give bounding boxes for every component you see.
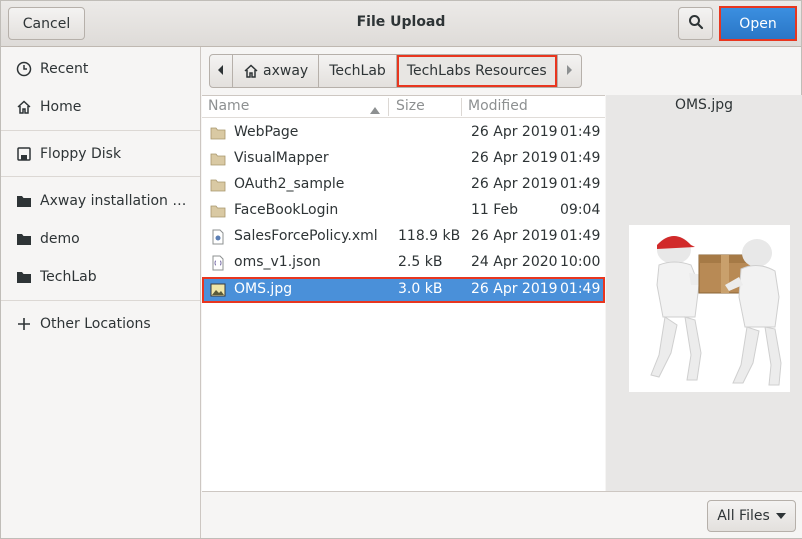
sidebar-item-demo[interactable]: demo xyxy=(1,222,200,256)
file-row-selected[interactable]: OMS.jpg 3.0 kB 26 Apr 2019 01:49 xyxy=(202,277,605,303)
sidebar-divider xyxy=(1,300,200,301)
chevron-right-icon xyxy=(565,63,573,79)
json-file-icon xyxy=(210,255,226,271)
preview-pane: OMS.jpg xyxy=(606,95,802,491)
file-size: 2.5 kB xyxy=(398,254,443,270)
file-date: 11 Feb xyxy=(471,202,519,218)
file-name: OAuth2_sample xyxy=(234,176,345,192)
sidebar-item-other-locations[interactable]: Other Locations xyxy=(1,307,200,341)
file-size: 3.0 kB xyxy=(398,281,443,297)
sidebar-item-recent[interactable]: Recent xyxy=(1,52,200,86)
sidebar-item-label: Floppy Disk xyxy=(40,146,122,162)
clock-icon xyxy=(15,60,33,78)
places-sidebar: Recent Home Floppy Disk Axway installati… xyxy=(1,47,201,538)
column-divider xyxy=(461,98,462,116)
bottom-bar: All Files xyxy=(202,491,802,538)
filter-label: All Files xyxy=(717,508,770,524)
sort-ascending-icon xyxy=(370,102,380,118)
sidebar-item-techlab[interactable]: TechLab xyxy=(1,260,200,294)
open-button[interactable]: Open xyxy=(719,6,797,41)
column-divider xyxy=(388,98,389,116)
path-segment-techlabs-resources[interactable]: TechLabs Resources xyxy=(396,54,558,88)
file-name: FaceBookLogin xyxy=(234,202,339,218)
column-header-row: Name Size Modified xyxy=(202,96,605,118)
column-header-size[interactable]: Size xyxy=(396,98,425,114)
sidebar-item-label: TechLab xyxy=(40,269,97,285)
file-time: 01:49 xyxy=(560,228,601,244)
file-row[interactable]: VisualMapper 26 Apr 2019 01:49 xyxy=(202,146,605,172)
file-filter-dropdown[interactable]: All Files xyxy=(707,500,796,532)
xml-file-icon xyxy=(210,229,226,245)
header-bar: Cancel File Upload Open xyxy=(1,1,801,47)
sidebar-item-home[interactable]: Home xyxy=(1,90,200,124)
file-upload-dialog: Cancel File Upload Open Recent Home Flop… xyxy=(0,0,802,539)
path-segment-label: axway xyxy=(263,63,309,79)
path-bar: axway TechLab TechLabs Resources xyxy=(209,54,582,88)
file-row[interactable]: FaceBookLogin 11 Feb 09:04 xyxy=(202,198,605,224)
sidebar-item-axway-installation[interactable]: Axway installation d... xyxy=(1,184,200,218)
file-name: oms_v1.json xyxy=(234,254,321,270)
folder-icon xyxy=(15,268,33,286)
folder-icon xyxy=(210,125,226,141)
file-time: 01:49 xyxy=(560,150,601,166)
file-size: 118.9 kB xyxy=(398,228,461,244)
path-segment-label: TechLab xyxy=(329,63,386,79)
folder-icon xyxy=(15,230,33,248)
file-date: 24 Apr 2020 xyxy=(471,254,558,270)
chevron-down-icon xyxy=(775,513,786,519)
plus-icon xyxy=(15,315,33,333)
file-list: Name Size Modified WebPage 26 Apr 2019 0… xyxy=(202,95,605,491)
column-header-name[interactable]: Name xyxy=(208,98,249,114)
file-name: SalesForcePolicy.xml xyxy=(234,228,378,244)
file-time: 10:00 xyxy=(560,254,601,270)
file-time: 01:49 xyxy=(560,176,601,192)
file-row[interactable]: oms_v1.json 2.5 kB 24 Apr 2020 10:00 xyxy=(202,250,605,276)
sidebar-divider xyxy=(1,130,200,131)
preview-title: OMS.jpg xyxy=(674,97,734,113)
file-name: OMS.jpg xyxy=(234,281,293,297)
path-segment-label: TechLabs Resources xyxy=(406,63,547,79)
path-scroll-right-button[interactable] xyxy=(557,54,582,88)
folder-icon xyxy=(210,203,226,219)
sidebar-divider xyxy=(1,176,200,177)
sidebar-item-floppy-disk[interactable]: Floppy Disk xyxy=(1,137,200,171)
folder-icon xyxy=(15,192,33,210)
search-icon xyxy=(688,14,704,34)
sidebar-item-label: Axway installation d... xyxy=(40,193,190,209)
file-date: 26 Apr 2019 xyxy=(471,124,558,140)
image-file-icon xyxy=(210,282,226,298)
folder-icon xyxy=(210,151,226,167)
file-row[interactable]: OAuth2_sample 26 Apr 2019 01:49 xyxy=(202,172,605,198)
file-time: 09:04 xyxy=(560,202,601,218)
column-header-modified[interactable]: Modified xyxy=(468,98,528,114)
file-name: VisualMapper xyxy=(234,150,329,166)
sidebar-item-label: Home xyxy=(40,99,82,115)
file-time: 01:49 xyxy=(560,281,601,297)
floppy-icon xyxy=(15,145,33,163)
file-time: 01:49 xyxy=(560,124,601,140)
search-button[interactable] xyxy=(678,7,713,40)
file-date: 26 Apr 2019 xyxy=(471,281,558,297)
file-name: WebPage xyxy=(234,124,299,140)
chevron-left-icon xyxy=(217,63,225,79)
file-date: 26 Apr 2019 xyxy=(471,150,558,166)
file-date: 26 Apr 2019 xyxy=(471,176,558,192)
preview-image xyxy=(629,225,790,392)
path-segment-techlab[interactable]: TechLab xyxy=(319,54,397,88)
sidebar-item-label: demo xyxy=(40,231,80,247)
sidebar-item-label: Recent xyxy=(40,61,89,77)
file-date: 26 Apr 2019 xyxy=(471,228,558,244)
sidebar-item-label: Other Locations xyxy=(40,316,151,332)
folder-icon xyxy=(210,177,226,193)
path-segment-axway[interactable]: axway xyxy=(233,54,320,88)
file-row[interactable]: SalesForcePolicy.xml 118.9 kB 26 Apr 201… xyxy=(202,224,605,250)
path-scroll-left-button[interactable] xyxy=(209,54,233,88)
home-icon xyxy=(15,98,33,116)
file-row[interactable]: WebPage 26 Apr 2019 01:49 xyxy=(202,120,605,146)
home-icon xyxy=(243,63,259,79)
